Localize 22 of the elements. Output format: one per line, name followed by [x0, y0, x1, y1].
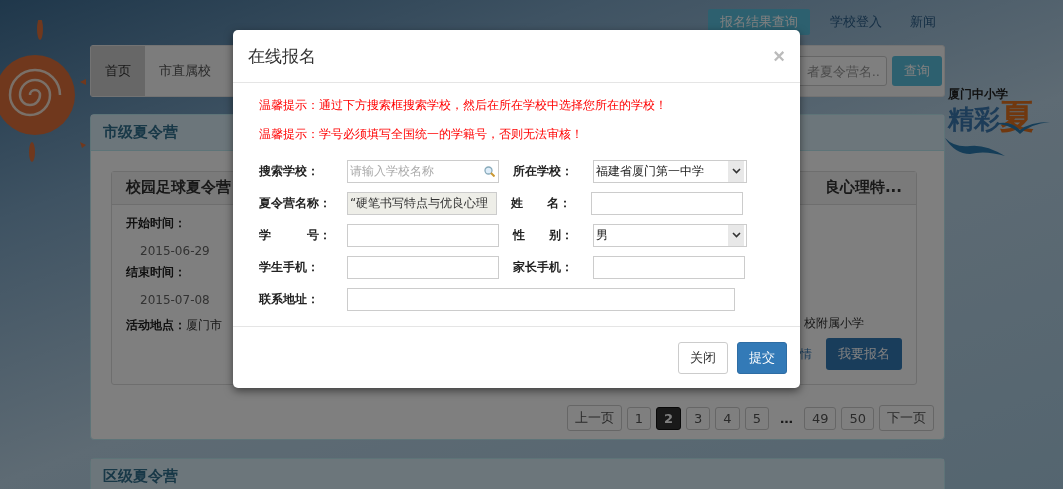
logo-subtitle: 厦门中小学	[948, 86, 1008, 101]
section-title: 区级夏令营	[91, 459, 944, 489]
field-label: 家长手机：	[513, 258, 574, 276]
pagination-ellipsis: …	[778, 410, 794, 426]
dialog-title: 在线报名	[248, 44, 316, 68]
location-text: 厦门市	[186, 318, 222, 332]
date-text: 2015-06-29	[140, 244, 210, 258]
field-label: 开始时间：	[126, 215, 186, 232]
warning-text: 温馨提示：通过下方搜索框搜索学校，然后在所在学校中选择您所在的学校！	[259, 97, 668, 114]
field-label: 性 别：	[513, 226, 574, 244]
field-label: 联系地址：	[259, 290, 320, 308]
readonly-field: “硬笔书写特点与优良心理	[347, 191, 497, 215]
date-text: 2015-07-08	[140, 293, 210, 307]
field-label: 所在学校：	[513, 162, 574, 180]
field-label: 活动地点：	[126, 317, 186, 334]
field-label: 学 号：	[259, 226, 332, 244]
location-text: 校附属小学	[804, 315, 864, 332]
field-label: 结束时间：	[126, 264, 186, 281]
field-label: 学生手机：	[259, 258, 320, 276]
warning-text: 温馨提示：学号必须填写全国统一的学籍号，否则无法审核！	[259, 126, 584, 143]
field-label: 姓 名：	[511, 194, 572, 212]
logo-title: 精彩夏	[948, 99, 1034, 133]
